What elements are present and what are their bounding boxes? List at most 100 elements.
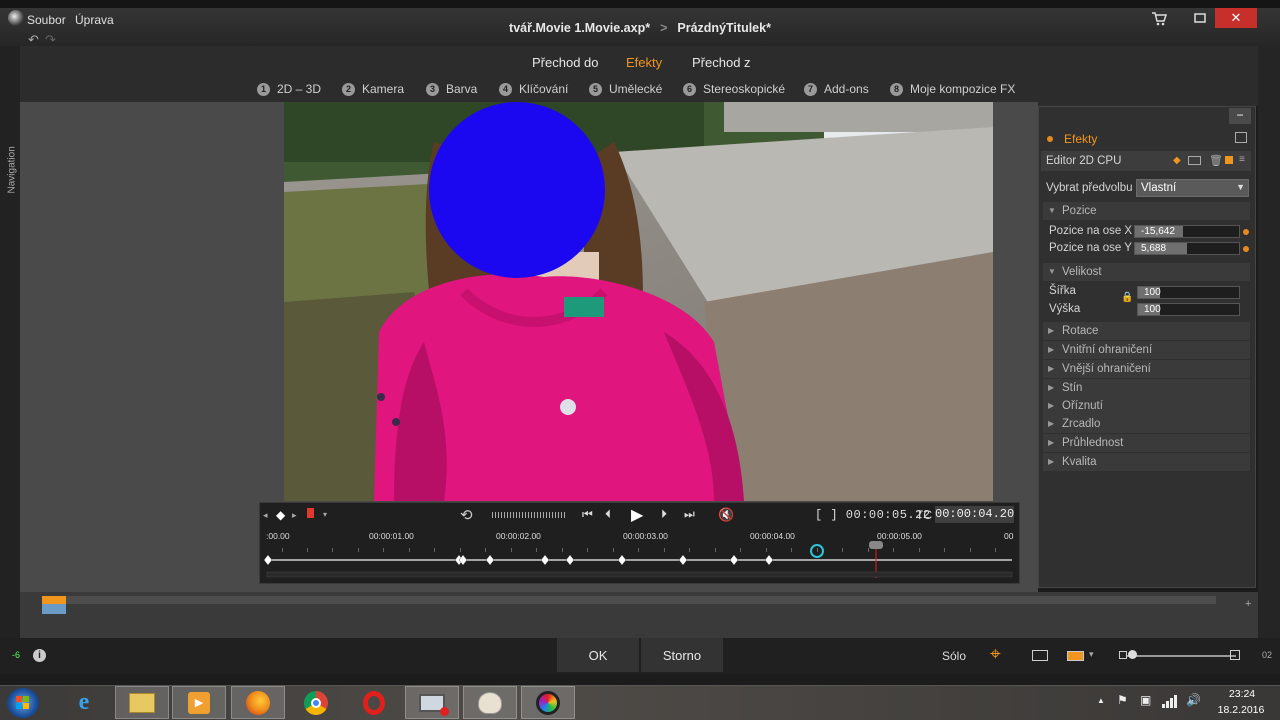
tray-flag-icon[interactable]: ⚑ <box>1117 693 1128 707</box>
close-button[interactable]: ✕ <box>1215 8 1257 28</box>
start-button[interactable] <box>7 688 39 718</box>
cancel-button[interactable]: Storno <box>641 638 723 672</box>
category-klicovani[interactable]: 4 Klíčování <box>499 82 568 96</box>
section-pozice[interactable]: ▼ Pozice <box>1043 202 1250 220</box>
category-number: 6 <box>683 82 696 96</box>
play-icon[interactable]: ▶ <box>631 505 643 525</box>
taskbar-ie-icon[interactable]: e <box>57 686 111 719</box>
section-stin[interactable]: ▶ Stín <box>1043 379 1250 397</box>
zoom-out-icon[interactable] <box>1119 651 1127 659</box>
tray-signal-icon[interactable] <box>1162 694 1178 708</box>
tray-volume-icon[interactable]: 🔊 <box>1186 693 1201 707</box>
zoom-handle[interactable] <box>1128 650 1137 659</box>
overview-scrollbar[interactable] <box>66 596 1216 604</box>
section-rotace[interactable]: ▶ Rotace <box>1043 322 1250 340</box>
fullscreen-icon[interactable] <box>1032 650 1048 661</box>
taskbar-paint-icon[interactable] <box>463 686 517 719</box>
category-2d-3d[interactable]: 1 2D – 3D <box>257 82 321 96</box>
timeline-overview[interactable]: + <box>20 592 1258 638</box>
clock-time[interactable]: 23:24 <box>1222 688 1262 700</box>
collapsed-arrow-icon: ▶ <box>1048 383 1055 392</box>
taskbar-chrome-icon[interactable] <box>289 686 343 719</box>
section-vnejsi-ohraniceni[interactable]: ▶ Vnější ohraničení <box>1043 360 1250 378</box>
tray-device-icon[interactable]: ▣ <box>1140 693 1151 707</box>
go-to-end-icon[interactable]: ⏭ <box>684 507 695 522</box>
prev-keyframe-icon[interactable]: ◂ <box>263 510 268 521</box>
section-pruhlednost[interactable]: ▶ Průhlednost <box>1043 434 1250 452</box>
category-kamera[interactable]: 2 Kamera <box>342 82 404 96</box>
section-oriznuti[interactable]: ▶ Oříznutí <box>1043 397 1250 415</box>
keyframe-diamond-icon[interactable]: ◆ <box>1173 155 1181 166</box>
section-zrcadlo[interactable]: ▶ Zrcadlo <box>1043 415 1250 433</box>
clock-date[interactable]: 18.2.2016 <box>1211 704 1271 716</box>
width-value: 100 <box>1144 287 1161 298</box>
windows-logo-part <box>23 703 29 709</box>
tray-expand-icon[interactable]: ▲ <box>1097 696 1105 705</box>
zoom-slider[interactable] <box>1120 655 1236 657</box>
clip-thumb[interactable] <box>42 604 66 614</box>
taskbar-explorer-icon[interactable] <box>115 686 169 719</box>
preset-dropdown[interactable]: Vlastní ▼ <box>1136 179 1249 197</box>
expanded-arrow-icon: ▼ <box>1048 206 1056 215</box>
tab-prechod-do[interactable]: Přechod do <box>532 55 599 70</box>
aspect-icon[interactable] <box>1067 651 1084 661</box>
add-keyframe-icon[interactable]: ◆ <box>276 508 285 522</box>
mute-icon[interactable]: 🔇 <box>718 507 734 523</box>
window-icon[interactable] <box>1188 156 1201 165</box>
navigation-label[interactable]: Navigation <box>7 134 18 193</box>
category-moje-kompozice[interactable]: 8 Moje kompozice FX <box>890 82 1015 96</box>
maximize-button[interactable] <box>1181 8 1219 28</box>
taskbar-pinnacle-icon[interactable] <box>521 686 575 719</box>
marker-dropdown-icon[interactable]: ▾ <box>323 510 327 519</box>
width-slider[interactable]: 100 <box>1137 286 1240 299</box>
keyframe-dot-icon[interactable] <box>1243 229 1249 235</box>
cart-icon[interactable] <box>1140 9 1178 29</box>
taskbar-opera-icon[interactable] <box>347 686 401 719</box>
keyframe-dot-icon[interactable] <box>1243 246 1249 252</box>
section-vnitrni-ohraniceni[interactable]: ▶ Vnitřní ohraničení <box>1043 341 1250 359</box>
timecode-field[interactable]: 00:00:04.20 <box>935 506 1014 523</box>
panel-minimize-button[interactable]: − <box>1229 108 1251 124</box>
step-back-icon[interactable]: ⏴ <box>605 507 611 522</box>
stop-icon[interactable] <box>1225 156 1233 164</box>
section-kvalita[interactable]: ▶ Kvalita <box>1043 453 1250 471</box>
right-strip <box>1258 46 1280 656</box>
delete-icon[interactable]: 🗑 <box>1209 154 1223 167</box>
taskbar-screen-recorder-icon[interactable] <box>405 686 459 719</box>
tab-prechod-z[interactable]: Přechod z <box>692 55 751 70</box>
go-to-start-icon[interactable]: ⏮ <box>582 507 593 522</box>
lock-icon[interactable]: 🔒 <box>1121 292 1133 303</box>
pozice-y-slider[interactable]: 5,688 <box>1134 242 1240 255</box>
category-label: Add-ons <box>824 82 869 96</box>
target-icon[interactable]: ⌖ <box>990 644 1001 666</box>
save-icon[interactable] <box>1235 132 1247 143</box>
marker-icon[interactable] <box>307 508 314 518</box>
keyframe-track[interactable] <box>262 540 1018 580</box>
next-keyframe-icon[interactable]: ▸ <box>292 510 297 521</box>
height-slider[interactable]: 100 <box>1137 303 1240 316</box>
solo-label[interactable]: Sólo <box>942 649 966 663</box>
info-icon[interactable]: i <box>33 649 46 662</box>
shuttle-slider[interactable] <box>492 512 567 518</box>
tab-efekty[interactable]: Efekty <box>626 55 662 70</box>
aspect-dropdown-icon[interactable]: ▾ <box>1089 649 1094 660</box>
category-add-ons[interactable]: 7 Add-ons <box>804 82 869 96</box>
section-velikost[interactable]: ▼ Velikost <box>1043 263 1250 281</box>
collapsed-arrow-icon: ▶ <box>1048 364 1055 373</box>
ok-button[interactable]: OK <box>557 638 639 672</box>
taskbar-media-icon[interactable]: ▶ <box>172 686 226 719</box>
category-label: Barva <box>446 82 478 96</box>
section-title: Pozice <box>1062 205 1097 217</box>
add-icon[interactable]: + <box>1245 598 1251 610</box>
category-barva[interactable]: 3 Barva <box>426 82 477 96</box>
taskbar-firefox-icon[interactable] <box>231 686 285 719</box>
video-preview[interactable] <box>284 102 993 501</box>
pozice-x-slider[interactable]: -15,642 <box>1134 225 1240 238</box>
loop-icon[interactable]: ⟲ <box>460 506 473 524</box>
zoom-in-icon[interactable] <box>1230 650 1240 660</box>
menu-icon[interactable]: ≡ <box>1239 154 1245 165</box>
category-umelecke[interactable]: 5 Umělecké <box>589 82 662 96</box>
category-stereoskopicke[interactable]: 6 Stereoskopické <box>683 82 785 96</box>
step-forward-icon[interactable]: ⏵ <box>661 507 667 522</box>
clip-marker[interactable] <box>42 596 66 604</box>
